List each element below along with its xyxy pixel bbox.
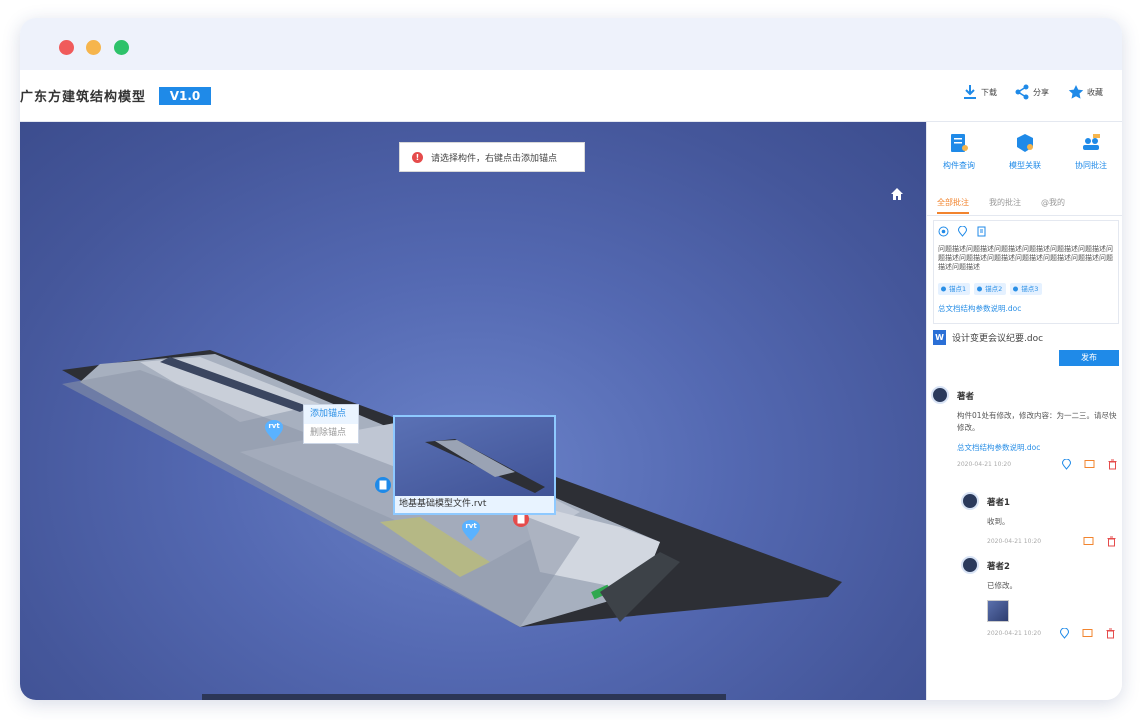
reply-item: 著者2 已修改。 2020-04-21 10:20 bbox=[961, 556, 1121, 656]
anchor-pin-icon[interactable] bbox=[957, 226, 968, 237]
app-header: 广东方建筑结构模型 V1.0 下载 分享 收藏 bbox=[20, 70, 1122, 122]
anchor-tag-label: 锚点3 bbox=[1021, 285, 1039, 293]
toast-text: 请选择构件，右键点击添加锚点 bbox=[431, 153, 558, 164]
model-title: 广东方建筑结构模型 bbox=[20, 90, 147, 105]
document-pin[interactable] bbox=[374, 476, 394, 498]
document-marker-icon bbox=[375, 477, 391, 493]
comment-date: 2020-04-21 10:20 bbox=[987, 630, 1042, 637]
comment-author: 著者 bbox=[957, 392, 975, 402]
tool-label: 模型关联 bbox=[1009, 161, 1041, 170]
anchor-tag-label: 锚点1 bbox=[949, 285, 967, 293]
delete-icon[interactable] bbox=[1105, 628, 1116, 639]
tab-my-annotations[interactable]: 我的批注 bbox=[989, 197, 1021, 208]
rvt-pin-1[interactable]: rvt bbox=[264, 420, 284, 442]
download-label: 下载 bbox=[981, 87, 997, 97]
pin-icon bbox=[1013, 286, 1019, 291]
comment-author: 著者1 bbox=[987, 498, 1010, 508]
share-button[interactable]: 分享 bbox=[1014, 84, 1049, 100]
mention-icon[interactable] bbox=[938, 226, 949, 237]
tool-label: 协同批注 bbox=[1075, 161, 1107, 170]
pin-icon bbox=[977, 286, 983, 291]
favorite-label: 收藏 bbox=[1087, 87, 1103, 97]
attachment-file[interactable]: W 设计变更会议纪要.doc bbox=[933, 330, 1043, 345]
tab-all-annotations[interactable]: 全部批注 bbox=[937, 197, 969, 214]
publish-button[interactable]: 发布 bbox=[1059, 350, 1119, 366]
maximize-window-button[interactable] bbox=[114, 40, 129, 55]
preview-file-name: 地基基础模型文件.rvt bbox=[395, 496, 554, 513]
version-badge: V1.0 bbox=[159, 87, 211, 105]
anchor-tag[interactable]: 锚点1 bbox=[938, 283, 971, 295]
preview-thumbnail bbox=[425, 439, 545, 493]
comment-author: 著者2 bbox=[987, 562, 1010, 572]
delete-icon[interactable] bbox=[1107, 459, 1118, 470]
annotation-text: 问题描述问题描述问题描述问题描述问题描述问题描述问题描述问题描述问题描述问题描述… bbox=[938, 245, 1113, 271]
locate-pin-icon[interactable] bbox=[1061, 459, 1072, 470]
favorite-button[interactable]: 收藏 bbox=[1068, 84, 1103, 100]
pin-label: rvt bbox=[465, 522, 477, 530]
close-window-button[interactable] bbox=[59, 40, 74, 55]
reply-item: 著者1 收到。 2020-04-21 10:20 bbox=[961, 492, 1121, 552]
comment-text: 收到。 bbox=[987, 517, 1010, 526]
avatar bbox=[961, 556, 979, 574]
reply-icon[interactable] bbox=[1082, 628, 1093, 639]
pin-label: rvt bbox=[268, 422, 280, 430]
comment-doc-link[interactable]: 总文档结构参数说明.doc bbox=[957, 442, 1040, 453]
annotation-editor[interactable]: 问题描述问题描述问题描述问题描述问题描述问题描述问题描述问题描述问题描述问题描述… bbox=[933, 220, 1119, 324]
add-anchor-menu-item[interactable]: 添加锚点 bbox=[304, 405, 358, 424]
pin-icon bbox=[941, 286, 946, 291]
comment-text: 构件01处有修改，修改内容：为一二三。请尽快修改。 bbox=[957, 411, 1117, 432]
model-link-icon bbox=[1017, 134, 1033, 152]
building-model-render bbox=[62, 350, 842, 627]
annotation-tabs: 全部批注 我的批注 @我的 bbox=[927, 192, 1122, 216]
anchor-tag[interactable]: 锚点3 bbox=[1010, 283, 1043, 295]
reply-icon[interactable] bbox=[1083, 536, 1094, 547]
avatar bbox=[931, 386, 949, 404]
minimize-window-button[interactable] bbox=[86, 40, 101, 55]
attached-doc-link[interactable]: 总文档结构参数说明.doc bbox=[938, 303, 1021, 314]
reply-icon[interactable] bbox=[1084, 459, 1095, 470]
word-file-icon: W bbox=[933, 330, 946, 345]
delete-anchor-menu-item[interactable]: 删除锚点 bbox=[304, 424, 358, 443]
annotation-sidebar: 构件查询 模型关联 协同批注 全部批注 我的批注 @我的 问题描述问题描述问题描… bbox=[926, 122, 1122, 700]
comment-text: 已修改。 bbox=[987, 581, 1017, 590]
rvt-pin-2[interactable]: rvt bbox=[461, 520, 481, 542]
model-preview-popup[interactable]: 地基基础模型文件.rvt bbox=[393, 415, 556, 515]
locate-pin-icon[interactable] bbox=[1059, 628, 1070, 639]
collab-annotation-icon bbox=[1083, 134, 1100, 150]
warning-icon: ! bbox=[412, 151, 423, 163]
share-icon bbox=[1015, 84, 1029, 100]
share-label: 分享 bbox=[1033, 87, 1049, 97]
download-button[interactable]: 下载 bbox=[962, 84, 997, 100]
comment-item: 著者 构件01处有修改，修改内容：为一二三。请尽快修改。 总文档结构参数说明.d… bbox=[931, 386, 1121, 476]
component-query-icon bbox=[951, 134, 968, 152]
delete-icon[interactable] bbox=[1106, 536, 1117, 547]
anchor-tag-label: 锚点2 bbox=[985, 285, 1003, 293]
avatar bbox=[961, 492, 979, 510]
comment-date: 2020-04-21 10:20 bbox=[957, 461, 1012, 468]
toast-notice: ! 请选择构件，右键点击添加锚点 bbox=[399, 142, 585, 172]
tool-label: 构件查询 bbox=[943, 161, 975, 170]
tab-mentions[interactable]: @我的 bbox=[1041, 197, 1065, 208]
star-icon bbox=[1068, 85, 1084, 99]
collab-annotation-tool[interactable]: 协同批注 bbox=[1061, 132, 1121, 171]
attachment-name: 设计变更会议纪要.doc bbox=[952, 334, 1044, 344]
home-icon[interactable] bbox=[890, 186, 904, 200]
model-link-tool[interactable]: 模型关联 bbox=[995, 132, 1055, 171]
attach-file-icon[interactable] bbox=[976, 226, 987, 237]
3d-model-viewport[interactable]: ! 请选择构件，右键点击添加锚点 rvt rvt 添加锚点 删除锚点 地基基础模… bbox=[20, 122, 926, 700]
context-menu: 添加锚点 删除锚点 bbox=[303, 404, 359, 444]
download-icon bbox=[964, 85, 976, 99]
component-query-tool[interactable]: 构件查询 bbox=[929, 132, 989, 171]
comment-date: 2020-04-21 10:20 bbox=[987, 538, 1042, 545]
app-window: 广东方建筑结构模型 V1.0 下载 分享 收藏 ! 请选择构件，右键点击添加锚点… bbox=[20, 18, 1122, 700]
viewport-bottom-bar bbox=[202, 694, 726, 700]
window-titlebar bbox=[20, 18, 1122, 70]
attached-image-thumbnail[interactable] bbox=[987, 600, 1009, 622]
anchor-tag[interactable]: 锚点2 bbox=[974, 283, 1007, 295]
